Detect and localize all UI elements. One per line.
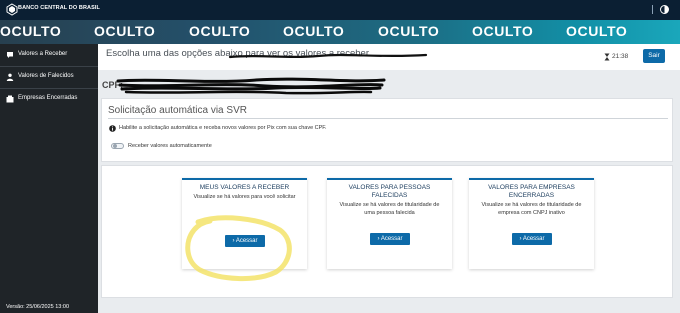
sidebar-item-valores-de-falecidos[interactable]: Valores de Falecidos [0, 68, 98, 86]
card-pessoas-falecidas: VALORES PARA PESSOAS FALECIDAS Visualize… [327, 178, 452, 269]
top-bar: BANCO CENTRAL DO BRASIL [0, 0, 680, 20]
redaction-row: OCULTO OCULTO OCULTO OCULTO OCULTO OCULT… [0, 23, 680, 41]
svr-title: Solicitação automática via SVR [108, 105, 247, 116]
bcb-logo-icon [6, 3, 18, 16]
svr-panel: Solicitação automática via SVR Habilite … [101, 98, 673, 162]
toggle-label: Receber valores automaticamente [128, 143, 212, 149]
sidebar-divider [0, 66, 98, 67]
auto-receive-toggle[interactable] [111, 143, 124, 149]
topbar-divider [652, 5, 653, 14]
redaction-word: OCULTO [94, 23, 156, 39]
sidebar-item-empresas-encerradas[interactable]: Empresas Encerradas [0, 90, 98, 108]
access-button-label: Acessar [380, 236, 403, 242]
card-title: MEUS VALORES A RECEBER [199, 184, 290, 191]
building-icon [6, 95, 14, 103]
contrast-icon[interactable] [659, 4, 670, 15]
person-icon [6, 73, 14, 81]
toggle-knob [113, 144, 117, 148]
redaction-word: OCULTO [566, 23, 628, 39]
chat-icon [7, 52, 13, 58]
logout-button[interactable]: Sair [643, 49, 665, 63]
card-description: Visualize se há valores de titularidade … [481, 202, 582, 216]
card-title: VALORES PARA PESSOAS FALECIDAS [348, 184, 431, 199]
card-description: Visualize se há valores para você solici… [193, 194, 296, 200]
sidebar-item-label: Valores a Receber [18, 51, 68, 57]
card-description: Visualize se há valores de titularidade … [339, 202, 440, 216]
brand-name: BANCO CENTRAL DO BRASIL [18, 5, 100, 11]
redaction-word: OCULTO [472, 23, 534, 39]
redaction-word: OCULTO [189, 23, 251, 39]
sidebar: Valores a Receber Valores de Falecidos E… [0, 44, 98, 313]
hourglass-icon [604, 53, 610, 61]
highlight-circle-annotation [185, 215, 292, 282]
info-icon [109, 125, 116, 132]
redaction-word: OCULTO [378, 23, 440, 39]
header-strip: Escolha uma das opções abaixo para ver o… [98, 44, 680, 70]
access-button-label: Acessar [522, 236, 545, 242]
sidebar-divider [0, 88, 98, 89]
access-button[interactable]: › Acessar [512, 233, 552, 245]
card-empresas-encerradas: VALORES PARA EMPRESAS ENCERRADAS Visuali… [469, 178, 594, 269]
sidebar-item-valores-a-receber[interactable]: Valores a Receber [0, 46, 98, 64]
cpf-redaction-scribble [116, 77, 386, 95]
sidebar-item-label: Valores de Falecidos [18, 73, 74, 79]
svr-info-text: Habilite a solicitação automática e rece… [119, 125, 327, 131]
version-text: Versão: 25/06/2025 13:00 [6, 304, 69, 310]
session-timer: 21:38 [612, 53, 629, 60]
redaction-band: OCULTO OCULTO OCULTO OCULTO OCULTO OCULT… [0, 20, 680, 44]
scribble-mark [228, 53, 428, 59]
card-title: VALORES PARA EMPRESAS ENCERRADAS [488, 184, 575, 199]
svr-divider [108, 118, 668, 119]
access-button[interactable]: › Acessar [370, 233, 410, 245]
redaction-word: OCULTO [0, 23, 62, 39]
redaction-word: OCULTO [283, 23, 345, 39]
sidebar-item-label: Empresas Encerradas [18, 95, 78, 101]
